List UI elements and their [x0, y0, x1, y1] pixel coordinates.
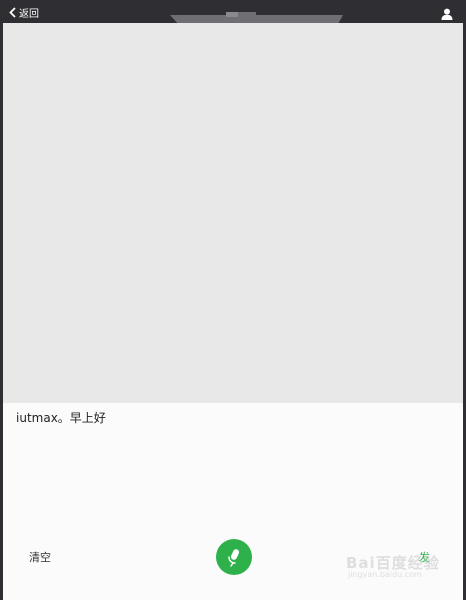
user-profile-button[interactable] — [441, 5, 453, 20]
back-label: 返回 — [19, 8, 39, 20]
back-button[interactable]: 返回 — [9, 4, 39, 20]
mic-button[interactable] — [216, 539, 252, 575]
input-text[interactable]: iutmax。早上好 — [16, 409, 446, 426]
microphone-icon — [228, 549, 240, 567]
chat-area — [3, 23, 463, 403]
chevron-left-icon — [9, 6, 16, 18]
clear-button[interactable]: 清空 — [29, 549, 51, 565]
watermark: Bai百度经验 jingyan.baidu.com — [346, 552, 442, 582]
user-icon — [441, 8, 453, 20]
watermark-url: jingyan.baidu.com — [348, 570, 422, 579]
